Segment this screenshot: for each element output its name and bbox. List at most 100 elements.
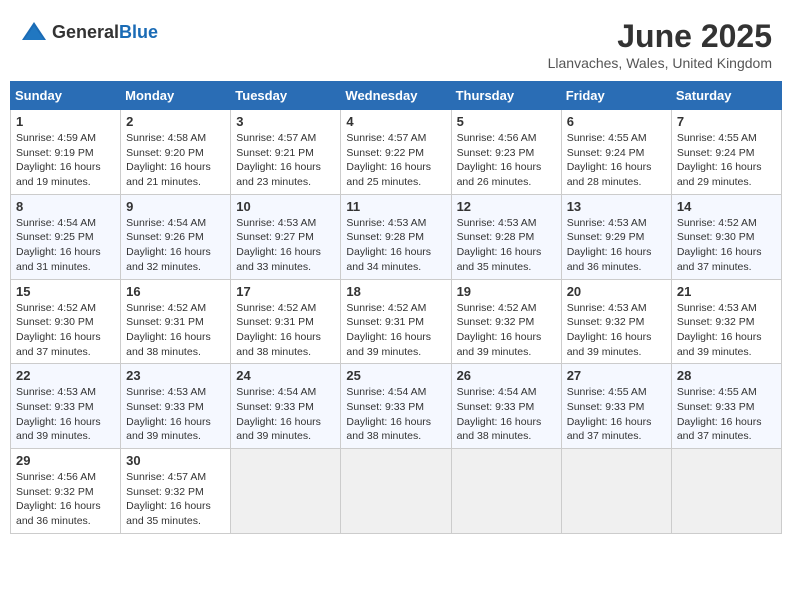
day-number: 25 bbox=[346, 368, 445, 383]
day-number: 4 bbox=[346, 114, 445, 129]
day-number: 20 bbox=[567, 284, 666, 299]
day-info: Sunrise: 4:58 AMSunset: 9:20 PMDaylight:… bbox=[126, 131, 225, 190]
day-number: 7 bbox=[677, 114, 776, 129]
logo-text-general: General bbox=[52, 22, 119, 42]
calendar-week-row: 8 Sunrise: 4:54 AMSunset: 9:25 PMDayligh… bbox=[11, 194, 782, 279]
calendar-week-row: 22 Sunrise: 4:53 AMSunset: 9:33 PMDaylig… bbox=[11, 364, 782, 449]
calendar-header-row: SundayMondayTuesdayWednesdayThursdayFrid… bbox=[11, 82, 782, 110]
day-info: Sunrise: 4:52 AMSunset: 9:32 PMDaylight:… bbox=[457, 301, 556, 360]
day-number: 11 bbox=[346, 199, 445, 214]
day-number: 27 bbox=[567, 368, 666, 383]
title-area: June 2025 Llanvaches, Wales, United King… bbox=[548, 18, 772, 71]
day-info: Sunrise: 4:59 AMSunset: 9:19 PMDaylight:… bbox=[16, 131, 115, 190]
calendar-cell: 13 Sunrise: 4:53 AMSunset: 9:29 PMDaylig… bbox=[561, 194, 671, 279]
day-info: Sunrise: 4:57 AMSunset: 9:21 PMDaylight:… bbox=[236, 131, 335, 190]
day-number: 18 bbox=[346, 284, 445, 299]
calendar-cell: 18 Sunrise: 4:52 AMSunset: 9:31 PMDaylig… bbox=[341, 279, 451, 364]
day-info: Sunrise: 4:54 AMSunset: 9:25 PMDaylight:… bbox=[16, 216, 115, 275]
calendar-cell: 11 Sunrise: 4:53 AMSunset: 9:28 PMDaylig… bbox=[341, 194, 451, 279]
day-info: Sunrise: 4:56 AMSunset: 9:23 PMDaylight:… bbox=[457, 131, 556, 190]
day-number: 12 bbox=[457, 199, 556, 214]
calendar-cell: 9 Sunrise: 4:54 AMSunset: 9:26 PMDayligh… bbox=[121, 194, 231, 279]
calendar-cell: 28 Sunrise: 4:55 AMSunset: 9:33 PMDaylig… bbox=[671, 364, 781, 449]
main-title: June 2025 bbox=[548, 18, 772, 55]
page-header: GeneralBlue June 2025 Llanvaches, Wales,… bbox=[10, 10, 782, 77]
day-info: Sunrise: 4:57 AMSunset: 9:32 PMDaylight:… bbox=[126, 470, 225, 529]
calendar-cell: 27 Sunrise: 4:55 AMSunset: 9:33 PMDaylig… bbox=[561, 364, 671, 449]
calendar-cell bbox=[231, 449, 341, 534]
day-number: 21 bbox=[677, 284, 776, 299]
calendar-cell: 26 Sunrise: 4:54 AMSunset: 9:33 PMDaylig… bbox=[451, 364, 561, 449]
day-info: Sunrise: 4:56 AMSunset: 9:32 PMDaylight:… bbox=[16, 470, 115, 529]
day-info: Sunrise: 4:53 AMSunset: 9:32 PMDaylight:… bbox=[677, 301, 776, 360]
day-number: 8 bbox=[16, 199, 115, 214]
day-info: Sunrise: 4:54 AMSunset: 9:33 PMDaylight:… bbox=[236, 385, 335, 444]
calendar-cell: 8 Sunrise: 4:54 AMSunset: 9:25 PMDayligh… bbox=[11, 194, 121, 279]
calendar-cell: 16 Sunrise: 4:52 AMSunset: 9:31 PMDaylig… bbox=[121, 279, 231, 364]
logo-text-blue: Blue bbox=[119, 22, 158, 42]
day-number: 13 bbox=[567, 199, 666, 214]
calendar-cell: 3 Sunrise: 4:57 AMSunset: 9:21 PMDayligh… bbox=[231, 110, 341, 195]
calendar-cell: 14 Sunrise: 4:52 AMSunset: 9:30 PMDaylig… bbox=[671, 194, 781, 279]
calendar-cell bbox=[341, 449, 451, 534]
day-number: 3 bbox=[236, 114, 335, 129]
logo-icon bbox=[20, 18, 48, 46]
calendar-cell: 21 Sunrise: 4:53 AMSunset: 9:32 PMDaylig… bbox=[671, 279, 781, 364]
day-info: Sunrise: 4:52 AMSunset: 9:31 PMDaylight:… bbox=[236, 301, 335, 360]
column-header-wednesday: Wednesday bbox=[341, 82, 451, 110]
day-info: Sunrise: 4:55 AMSunset: 9:33 PMDaylight:… bbox=[567, 385, 666, 444]
day-info: Sunrise: 4:53 AMSunset: 9:29 PMDaylight:… bbox=[567, 216, 666, 275]
calendar-cell bbox=[451, 449, 561, 534]
calendar-cell: 22 Sunrise: 4:53 AMSunset: 9:33 PMDaylig… bbox=[11, 364, 121, 449]
calendar-table: SundayMondayTuesdayWednesdayThursdayFrid… bbox=[10, 81, 782, 534]
calendar-cell: 6 Sunrise: 4:55 AMSunset: 9:24 PMDayligh… bbox=[561, 110, 671, 195]
calendar-cell: 25 Sunrise: 4:54 AMSunset: 9:33 PMDaylig… bbox=[341, 364, 451, 449]
day-number: 10 bbox=[236, 199, 335, 214]
calendar-cell: 20 Sunrise: 4:53 AMSunset: 9:32 PMDaylig… bbox=[561, 279, 671, 364]
day-info: Sunrise: 4:53 AMSunset: 9:32 PMDaylight:… bbox=[567, 301, 666, 360]
calendar-cell bbox=[561, 449, 671, 534]
day-info: Sunrise: 4:53 AMSunset: 9:33 PMDaylight:… bbox=[126, 385, 225, 444]
day-number: 6 bbox=[567, 114, 666, 129]
calendar-week-row: 29 Sunrise: 4:56 AMSunset: 9:32 PMDaylig… bbox=[11, 449, 782, 534]
calendar-cell bbox=[671, 449, 781, 534]
day-info: Sunrise: 4:53 AMSunset: 9:28 PMDaylight:… bbox=[457, 216, 556, 275]
calendar-cell: 10 Sunrise: 4:53 AMSunset: 9:27 PMDaylig… bbox=[231, 194, 341, 279]
day-info: Sunrise: 4:52 AMSunset: 9:31 PMDaylight:… bbox=[126, 301, 225, 360]
day-info: Sunrise: 4:54 AMSunset: 9:33 PMDaylight:… bbox=[457, 385, 556, 444]
day-info: Sunrise: 4:55 AMSunset: 9:33 PMDaylight:… bbox=[677, 385, 776, 444]
day-number: 28 bbox=[677, 368, 776, 383]
day-number: 17 bbox=[236, 284, 335, 299]
calendar-cell: 1 Sunrise: 4:59 AMSunset: 9:19 PMDayligh… bbox=[11, 110, 121, 195]
calendar-cell: 19 Sunrise: 4:52 AMSunset: 9:32 PMDaylig… bbox=[451, 279, 561, 364]
column-header-sunday: Sunday bbox=[11, 82, 121, 110]
day-info: Sunrise: 4:53 AMSunset: 9:33 PMDaylight:… bbox=[16, 385, 115, 444]
calendar-cell: 30 Sunrise: 4:57 AMSunset: 9:32 PMDaylig… bbox=[121, 449, 231, 534]
day-info: Sunrise: 4:55 AMSunset: 9:24 PMDaylight:… bbox=[567, 131, 666, 190]
calendar-cell: 29 Sunrise: 4:56 AMSunset: 9:32 PMDaylig… bbox=[11, 449, 121, 534]
day-info: Sunrise: 4:53 AMSunset: 9:27 PMDaylight:… bbox=[236, 216, 335, 275]
day-number: 24 bbox=[236, 368, 335, 383]
day-info: Sunrise: 4:52 AMSunset: 9:31 PMDaylight:… bbox=[346, 301, 445, 360]
column-header-saturday: Saturday bbox=[671, 82, 781, 110]
day-number: 30 bbox=[126, 453, 225, 468]
day-number: 29 bbox=[16, 453, 115, 468]
calendar-cell: 5 Sunrise: 4:56 AMSunset: 9:23 PMDayligh… bbox=[451, 110, 561, 195]
calendar-cell: 7 Sunrise: 4:55 AMSunset: 9:24 PMDayligh… bbox=[671, 110, 781, 195]
day-info: Sunrise: 4:54 AMSunset: 9:33 PMDaylight:… bbox=[346, 385, 445, 444]
day-number: 5 bbox=[457, 114, 556, 129]
calendar-cell: 2 Sunrise: 4:58 AMSunset: 9:20 PMDayligh… bbox=[121, 110, 231, 195]
calendar-cell: 23 Sunrise: 4:53 AMSunset: 9:33 PMDaylig… bbox=[121, 364, 231, 449]
day-number: 1 bbox=[16, 114, 115, 129]
logo: GeneralBlue bbox=[20, 18, 158, 46]
day-number: 22 bbox=[16, 368, 115, 383]
day-number: 19 bbox=[457, 284, 556, 299]
day-number: 26 bbox=[457, 368, 556, 383]
subtitle: Llanvaches, Wales, United Kingdom bbox=[548, 55, 772, 71]
column-header-tuesday: Tuesday bbox=[231, 82, 341, 110]
column-header-friday: Friday bbox=[561, 82, 671, 110]
day-info: Sunrise: 4:57 AMSunset: 9:22 PMDaylight:… bbox=[346, 131, 445, 190]
calendar-cell: 12 Sunrise: 4:53 AMSunset: 9:28 PMDaylig… bbox=[451, 194, 561, 279]
calendar-week-row: 15 Sunrise: 4:52 AMSunset: 9:30 PMDaylig… bbox=[11, 279, 782, 364]
day-number: 2 bbox=[126, 114, 225, 129]
